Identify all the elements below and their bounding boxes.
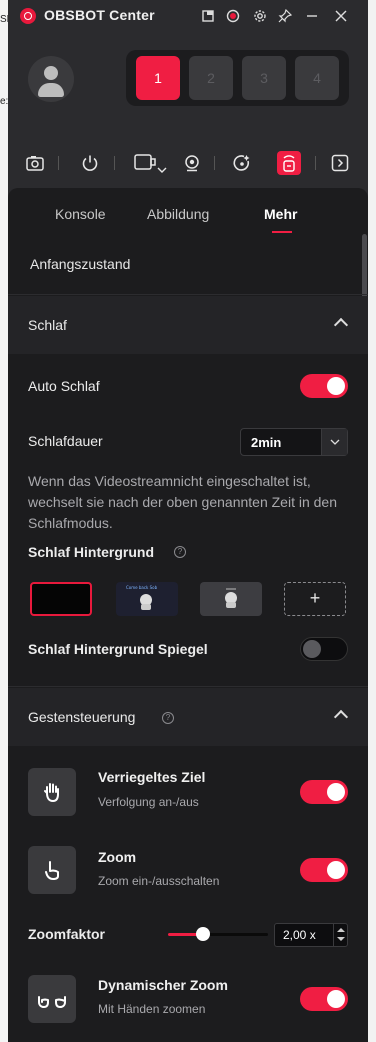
dynamic-zoom-subtitle: Mit Händen zoomen <box>98 1002 206 1016</box>
chevron-down-icon <box>321 429 347 455</box>
settings-gear-icon[interactable] <box>251 7 269 25</box>
sleep-duration-label: Schlafdauer <box>28 433 103 449</box>
header: 1 2 3 4 <box>8 32 368 120</box>
dynamic-zoom-toggle[interactable] <box>300 987 348 1011</box>
gesture-section-header[interactable]: Gestensteuerung ? <box>8 688 368 746</box>
webcam-icon[interactable] <box>180 151 204 175</box>
sleep-background-label: Schlaf Hintergrund <box>28 544 155 560</box>
locked-target-title: Verriegeltes Ziel <box>98 769 206 785</box>
obsbot-logo-icon <box>20 8 36 24</box>
sleep-background-mirror-toggle[interactable] <box>300 637 348 661</box>
zoom-subtitle: Zoom ein-/ausschalten <box>98 874 220 888</box>
device-slot-1[interactable]: 1 <box>136 56 180 100</box>
auto-sleep-label: Auto Schlaf <box>28 378 100 394</box>
active-tab-indicator <box>272 231 292 233</box>
tab-abbildung[interactable]: Abbildung <box>147 206 209 222</box>
add-background-button[interactable]: + <box>284 582 346 616</box>
sleep-duration-value: 2min <box>251 435 282 450</box>
section-title: Gestensteuerung <box>28 709 136 725</box>
stepper-down-icon[interactable] <box>337 937 345 941</box>
sleep-description: Wenn das Videostreamnicht eingeschaltet … <box>28 473 337 531</box>
minimize-icon[interactable] <box>303 7 321 25</box>
initial-state-item[interactable]: Anfangszustand <box>30 256 130 272</box>
auto-sleep-toggle[interactable] <box>300 374 348 398</box>
avatar[interactable] <box>28 56 74 102</box>
close-icon[interactable] <box>332 7 350 25</box>
dynamic-zoom-title: Dynamischer Zoom <box>98 977 228 993</box>
locked-target-toggle[interactable] <box>300 780 348 804</box>
device-slot-2[interactable]: 2 <box>189 56 233 100</box>
device-slots: 1 2 3 4 <box>126 50 349 106</box>
sleep-duration-select[interactable]: 2min <box>240 428 348 456</box>
thumb-caption: Come back Sob <box>126 585 158 590</box>
zoom-factor-value: 2,00 x <box>283 928 316 942</box>
hand-open-icon <box>28 768 76 816</box>
sleep-section-header[interactable]: Schlaf <box>8 296 368 354</box>
two-hands-icon <box>28 975 76 1023</box>
sleep-background-image-2[interactable] <box>200 582 262 616</box>
chevron-up-icon <box>333 709 349 725</box>
zoom-title: Zoom <box>98 849 137 865</box>
device-slot-3[interactable]: 3 <box>242 56 286 100</box>
zoom-factor-stepper[interactable]: 2,00 x <box>274 923 348 947</box>
record-mode-icon[interactable] <box>133 151 169 175</box>
help-icon[interactable]: ? <box>162 712 174 724</box>
pin-icon[interactable] <box>276 7 294 25</box>
user-icon <box>44 66 58 80</box>
toolbar <box>8 145 368 181</box>
tab-konsole[interactable]: Konsole <box>55 206 106 222</box>
auto-tracking-icon[interactable] <box>230 151 254 175</box>
app-title: OBSBOT Center <box>44 7 155 23</box>
zoom-factor-label: Zoomfaktor <box>28 926 105 942</box>
hand-point-icon <box>28 846 76 894</box>
zoom-toggle[interactable] <box>300 858 348 882</box>
tab-mehr[interactable]: Mehr <box>264 206 297 222</box>
record-status-icon[interactable] <box>224 7 242 25</box>
sleep-background-image-1[interactable]: Come back Sob <box>116 582 178 616</box>
title-bar: OBSBOT Center <box>8 0 368 32</box>
zoom-factor-handle[interactable] <box>196 927 210 941</box>
app-window: OBSBOT Center 1 2 3 4 Konsole Abbildung … <box>8 0 368 1042</box>
stepper-up-icon[interactable] <box>337 928 345 932</box>
panel-toggle-icon[interactable] <box>328 151 352 175</box>
locked-target-subtitle: Verfolgung an-/aus <box>98 795 199 809</box>
settings-panel: Konsole Abbildung Mehr Anfangszustand Sc… <box>8 188 368 1042</box>
zoom-factor-slider[interactable] <box>168 933 268 936</box>
sleep-background-black[interactable] <box>30 582 92 616</box>
remote-control-icon[interactable] <box>277 151 301 175</box>
help-icon[interactable]: ? <box>174 546 186 558</box>
window-layout-icon[interactable] <box>199 7 217 25</box>
device-slot-4[interactable]: 4 <box>295 56 339 100</box>
section-title: Schlaf <box>28 317 67 333</box>
snapshot-camera-icon[interactable] <box>23 151 47 175</box>
tab-bar: Konsole Abbildung Mehr <box>8 188 368 242</box>
chevron-up-icon <box>333 317 349 333</box>
power-icon[interactable] <box>78 151 102 175</box>
sleep-background-mirror-label: Schlaf Hintergrund Spiegel <box>28 641 208 657</box>
